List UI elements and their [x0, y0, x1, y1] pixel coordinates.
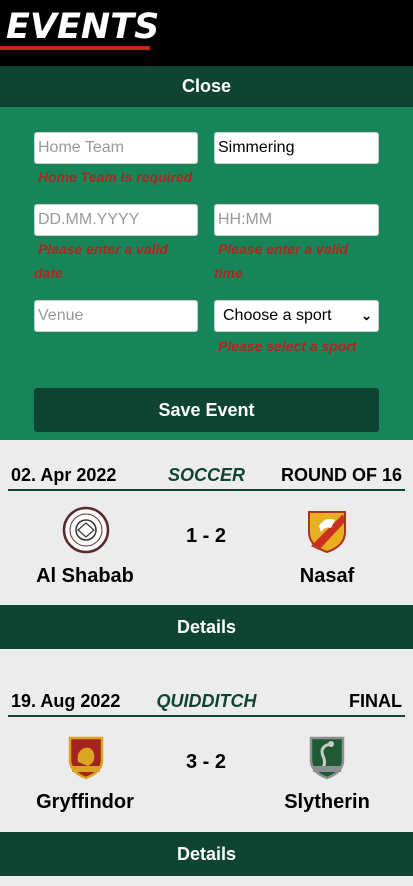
event-date: 02. Apr 2022	[11, 465, 117, 485]
gryffindor-crest-icon	[68, 736, 104, 780]
title-underline	[0, 46, 150, 50]
date-error-line2: date	[34, 265, 63, 281]
details-button[interactable]: Details	[0, 832, 413, 876]
event-card-header: QUIDDITCH 19. Aug 2022 FINAL	[8, 685, 405, 717]
sport-select[interactable]: Choose a sport ⌄	[214, 300, 379, 332]
top-bar: EVENTS	[0, 0, 413, 66]
slytherin-crest-icon	[309, 736, 345, 780]
al-shabab-logo-icon	[62, 506, 110, 554]
date-error-line1: Please enter a valid	[38, 241, 168, 257]
app-title: EVENTS	[6, 7, 160, 47]
nasaf-logo-icon	[308, 511, 346, 554]
chevron-down-icon: ⌄	[361, 308, 372, 323]
away-team-input[interactable]	[214, 132, 379, 164]
event-round: ROUND OF 16	[280, 465, 402, 485]
match-score: 1 - 2	[185, 525, 227, 547]
match-score: 3 - 2	[185, 751, 227, 773]
event-form: Home Team is required Please enter a val…	[0, 107, 413, 440]
event-card-header: SOCCER 02. Apr 2022 ROUND OF 16	[8, 459, 405, 491]
home-team-name: Gryffindor	[36, 791, 134, 813]
venue-input[interactable]	[34, 300, 198, 332]
away-team-name: Nasaf	[299, 565, 355, 587]
date-input[interactable]	[34, 204, 198, 236]
save-event-button[interactable]: Save Event	[34, 388, 379, 432]
event-round: FINAL	[349, 691, 402, 711]
sport-select-value: Choose a sport	[223, 307, 332, 324]
home-team-name: Al Shabab	[36, 565, 134, 587]
time-error-line1: Please enter a valid	[218, 241, 348, 257]
close-form-button[interactable]: Close	[0, 66, 413, 107]
event-card: QUIDDITCH 19. Aug 2022 FINAL Gryffindor …	[0, 685, 413, 876]
details-button[interactable]: Details	[0, 605, 413, 649]
home-team-error: Home Team is required	[38, 169, 193, 185]
sport-error: Please select a sport	[218, 338, 357, 354]
event-card: SOCCER 02. Apr 2022 ROUND OF 16 Al Shaba…	[0, 459, 413, 649]
time-input[interactable]	[214, 204, 379, 236]
event-date: 19. Aug 2022	[11, 691, 121, 711]
home-team-input[interactable]	[34, 132, 198, 164]
away-team-name: Slytherin	[284, 791, 370, 813]
time-error-line2: time	[214, 265, 243, 281]
